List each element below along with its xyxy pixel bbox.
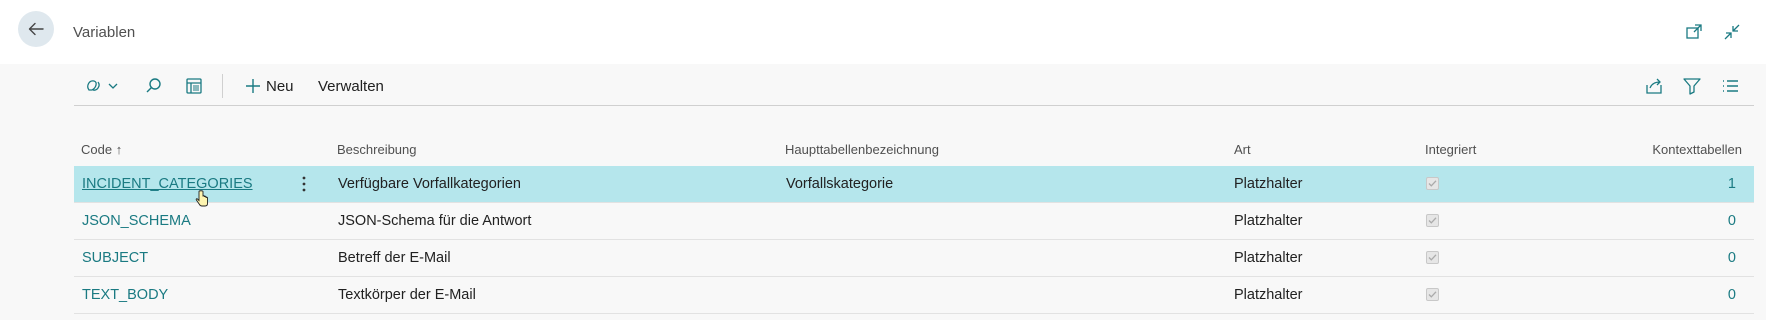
share-button[interactable] <box>1644 74 1664 98</box>
list-view-icon <box>1723 80 1738 92</box>
integrated-checkbox <box>1426 288 1439 301</box>
copilot-icon <box>87 80 118 91</box>
description-cell: Betreff der E-Mail <box>338 250 451 266</box>
edit-list-button[interactable] <box>184 74 204 98</box>
edit-list-icon <box>186 78 202 94</box>
share-icon <box>1646 78 1662 94</box>
toolbar-divider <box>222 74 223 98</box>
manage-button[interactable]: Verwalten <box>318 74 384 98</box>
type-cell: Platzhalter <box>1234 250 1303 266</box>
column-header-integrated[interactable]: Integriert <box>1425 142 1476 157</box>
search-icon <box>146 78 161 93</box>
search-button[interactable] <box>144 74 164 98</box>
list-view-button[interactable] <box>1720 74 1740 98</box>
filter-button[interactable] <box>1682 74 1702 98</box>
action-bar: Neu Verwalten <box>74 68 1754 106</box>
code-link[interactable]: INCIDENT_CATEGORIES <box>82 176 253 192</box>
back-button[interactable] <box>18 11 54 47</box>
context-tables-cell[interactable]: 0 <box>1728 287 1736 303</box>
table-row[interactable]: SUBJECT Betreff der E-Mail Platzhalter 0 <box>74 240 1754 277</box>
table-header: Code ↑ Beschreibung Haupttabellenbezeich… <box>74 134 1754 166</box>
context-tables-cell[interactable]: 0 <box>1728 213 1736 229</box>
table-row[interactable]: TEXT_BODY Textkörper der E-Mail Platzhal… <box>74 277 1754 314</box>
table-row[interactable]: JSON_SCHEMA JSON-Schema für die Antwort … <box>74 203 1754 240</box>
table-row[interactable]: INCIDENT_CATEGORIES Verfügbare Vorfallka… <box>74 166 1754 203</box>
context-tables-cell[interactable]: 1 <box>1728 176 1736 192</box>
collapse-icon[interactable] <box>1722 22 1742 42</box>
page-header: Variablen <box>0 0 1766 64</box>
open-in-new-window-icon[interactable] <box>1684 22 1704 42</box>
plus-icon <box>246 79 260 93</box>
column-header-code[interactable]: Code ↑ <box>81 142 122 157</box>
code-link[interactable]: TEXT_BODY <box>82 287 168 303</box>
type-cell: Platzhalter <box>1234 287 1303 303</box>
manage-button-label: Verwalten <box>318 77 384 95</box>
sort-ascending-icon: ↑ <box>115 142 123 157</box>
column-header-context-tables[interactable]: Kontexttabellen <box>1652 142 1742 157</box>
integrated-checkbox <box>1426 251 1439 264</box>
description-cell: Textkörper der E-Mail <box>338 287 476 303</box>
row-actions-icon[interactable] <box>294 174 314 194</box>
column-header-type[interactable]: Art <box>1234 142 1251 157</box>
variables-table: Code ↑ Beschreibung Haupttabellenbezeich… <box>74 134 1754 314</box>
description-cell: JSON-Schema für die Antwort <box>338 213 532 229</box>
page-title: Variablen <box>73 24 136 41</box>
main-table-cell[interactable]: Vorfallskategorie <box>786 176 893 192</box>
filter-icon <box>1683 78 1701 95</box>
new-button-label: Neu <box>266 77 294 95</box>
column-header-main-table[interactable]: Haupttabellenbezeichnung <box>785 142 939 157</box>
column-header-description[interactable]: Beschreibung <box>337 142 417 157</box>
context-tables-cell[interactable]: 0 <box>1728 250 1736 266</box>
hand-cursor-icon <box>195 190 208 207</box>
description-cell: Verfügbare Vorfallkategorien <box>338 176 521 192</box>
integrated-checkbox <box>1426 214 1439 227</box>
integrated-checkbox <box>1426 177 1439 190</box>
type-cell: Platzhalter <box>1234 176 1303 192</box>
code-link[interactable]: JSON_SCHEMA <box>82 213 191 229</box>
code-link[interactable]: SUBJECT <box>82 250 148 266</box>
copilot-button[interactable] <box>84 74 124 98</box>
arrow-left-icon <box>28 22 44 36</box>
new-button[interactable]: Neu <box>244 74 294 98</box>
type-cell: Platzhalter <box>1234 213 1303 229</box>
